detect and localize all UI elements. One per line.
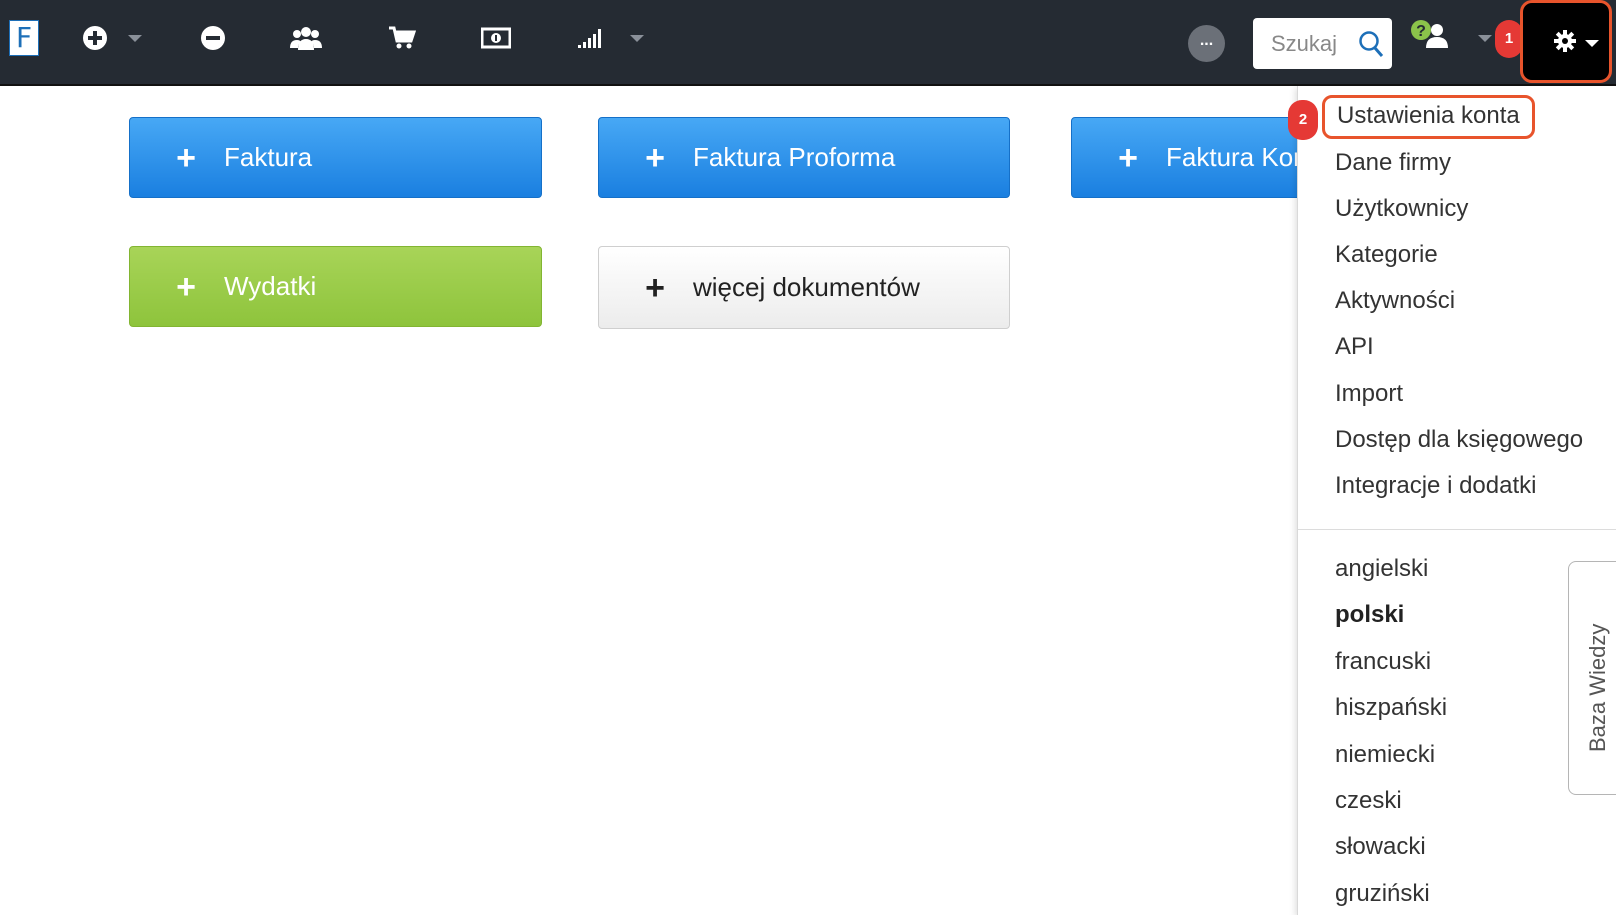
more-documents-button[interactable]: + więcej dokumentów	[598, 246, 1010, 329]
menu-divider	[1298, 529, 1616, 530]
plus-icon: +	[645, 138, 665, 177]
stats-caret-icon[interactable]	[630, 35, 644, 42]
language-english[interactable]: angielski	[1335, 555, 1428, 583]
menu-item-api[interactable]: API	[1335, 333, 1374, 361]
help-user-icon[interactable]: ?	[1410, 20, 1450, 55]
add-circle-icon[interactable]	[80, 20, 110, 56]
cart-icon[interactable]	[388, 20, 416, 56]
new-invoice-button[interactable]: + Faktura	[129, 117, 542, 198]
new-expense-button[interactable]: + Wydatki	[129, 246, 542, 327]
app-logo[interactable]: F	[9, 20, 39, 56]
search-box	[1253, 18, 1392, 69]
stats-bars-icon[interactable]	[577, 20, 605, 56]
settings-button[interactable]	[1520, 0, 1612, 83]
minus-circle-icon[interactable]	[198, 20, 228, 56]
knowledge-base-label: Baza Wiedzy	[1585, 623, 1610, 752]
language-czech[interactable]: czeski	[1335, 787, 1402, 815]
plus-icon: +	[1118, 138, 1138, 177]
add-caret-icon[interactable]	[128, 35, 142, 42]
search-icon[interactable]	[1358, 30, 1384, 63]
correction-button-wrapper: + Faktura Korekta	[1071, 117, 1297, 200]
new-correction-label: Faktura Korekta	[1166, 142, 1297, 172]
more-button[interactable]: ...	[1188, 25, 1225, 62]
knowledge-base-tab[interactable]: Baza Wiedzy	[1568, 561, 1616, 795]
more-documents-label: więcej dokumentów	[693, 272, 920, 302]
language-french[interactable]: francuski	[1335, 648, 1431, 676]
menu-item-accountant-access[interactable]: Dostęp dla księgowego	[1335, 426, 1583, 454]
language-german[interactable]: niemiecki	[1335, 741, 1435, 769]
menu-item-users[interactable]: Użytkownicy	[1335, 195, 1468, 223]
language-slovak[interactable]: słowacki	[1335, 833, 1426, 861]
settings-caret-icon	[1585, 40, 1599, 47]
step-badge-1: 1	[1495, 20, 1523, 58]
menu-item-categories[interactable]: Kategorie	[1335, 241, 1438, 269]
plus-icon: +	[176, 138, 196, 177]
plus-icon: +	[645, 268, 665, 307]
step-badge-2: 2	[1288, 100, 1318, 140]
new-invoice-label: Faktura	[224, 142, 313, 172]
svg-text:?: ?	[1416, 23, 1426, 40]
new-proforma-label: Faktura Proforma	[693, 142, 896, 172]
new-correction-button[interactable]: + Faktura Korekta	[1071, 117, 1297, 198]
help-caret-icon[interactable]	[1478, 35, 1492, 42]
gear-icon	[1553, 29, 1577, 58]
language-polish[interactable]: polski	[1335, 601, 1404, 629]
menu-item-import[interactable]: Import	[1335, 380, 1403, 408]
menu-item-company-data[interactable]: Dane firmy	[1335, 149, 1451, 177]
menu-item-integrations[interactable]: Integracje i dodatki	[1335, 472, 1536, 500]
new-expense-label: Wydatki	[224, 271, 317, 301]
top-navigation-bar: F ... ? 1	[0, 0, 1616, 86]
plus-icon: +	[176, 267, 196, 306]
menu-item-activities[interactable]: Aktywności	[1335, 287, 1455, 315]
language-spanish[interactable]: hiszpański	[1335, 694, 1447, 722]
users-icon[interactable]	[290, 20, 322, 56]
new-proforma-button[interactable]: + Faktura Proforma	[598, 117, 1010, 198]
money-icon[interactable]	[481, 20, 511, 56]
menu-item-account-settings[interactable]: Ustawienia konta	[1322, 95, 1535, 139]
language-georgian[interactable]: gruziński	[1335, 880, 1430, 908]
